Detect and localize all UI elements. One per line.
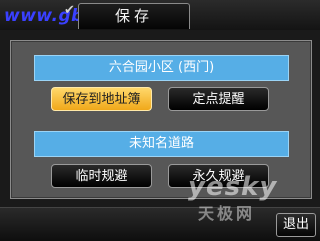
location-name-bar: 六合园小区 (西门) [34, 55, 289, 81]
check-icon: ✔ [64, 3, 75, 18]
road-name-bar: 未知名道路 [34, 131, 289, 157]
save-to-address-book-button[interactable]: 保存到地址簿 [51, 87, 152, 111]
page-title: 保存 [78, 3, 190, 29]
temporary-avoid-button[interactable]: 临时规避 [51, 164, 152, 188]
fixed-point-reminder-button[interactable]: 定点提醒 [168, 87, 269, 111]
exit-button[interactable]: 退出 [276, 213, 316, 237]
footer-bar [0, 207, 320, 241]
brand-watermark: yesky [188, 172, 278, 202]
brand-watermark-cn: 天极网 [198, 204, 256, 223]
